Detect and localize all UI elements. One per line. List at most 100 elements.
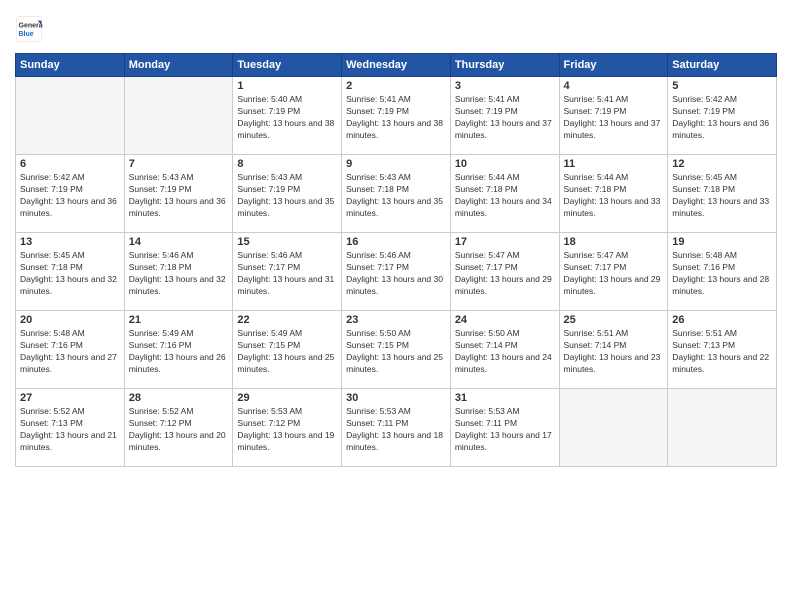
day-info: Sunrise: 5:42 AM Sunset: 7:19 PM Dayligh… [672,94,772,142]
calendar-header-row: SundayMondayTuesdayWednesdayThursdayFrid… [16,54,777,77]
header-saturday: Saturday [668,54,777,77]
day-number: 5 [672,80,772,92]
calendar-cell: 29 Sunrise: 5:53 AM Sunset: 7:12 PM Dayli… [233,389,342,467]
day-info: Sunrise: 5:51 AM Sunset: 7:14 PM Dayligh… [564,328,664,376]
day-info: Sunrise: 5:41 AM Sunset: 7:19 PM Dayligh… [346,94,446,142]
calendar-week-1: 1 Sunrise: 5:40 AM Sunset: 7:19 PM Daylig… [16,77,777,155]
day-info: Sunrise: 5:50 AM Sunset: 7:15 PM Dayligh… [346,328,446,376]
calendar-cell: 10 Sunrise: 5:44 AM Sunset: 7:18 PM Dayli… [450,155,559,233]
calendar-cell: 2 Sunrise: 5:41 AM Sunset: 7:19 PM Daylig… [342,77,451,155]
day-info: Sunrise: 5:53 AM Sunset: 7:11 PM Dayligh… [455,406,555,454]
day-number: 11 [564,158,664,170]
calendar-table: SundayMondayTuesdayWednesdayThursdayFrid… [15,53,777,467]
day-number: 26 [672,314,772,326]
day-info: Sunrise: 5:47 AM Sunset: 7:17 PM Dayligh… [455,250,555,298]
calendar-cell: 28 Sunrise: 5:52 AM Sunset: 7:12 PM Dayli… [124,389,233,467]
calendar-cell: 13 Sunrise: 5:45 AM Sunset: 7:18 PM Dayli… [16,233,125,311]
day-number: 21 [129,314,229,326]
day-number: 1 [237,80,337,92]
day-number: 12 [672,158,772,170]
day-number: 17 [455,236,555,248]
day-info: Sunrise: 5:45 AM Sunset: 7:18 PM Dayligh… [20,250,120,298]
day-number: 31 [455,392,555,404]
header-wednesday: Wednesday [342,54,451,77]
calendar-cell: 23Sunrise: 5:50 AM Sunset: 7:15 PM Dayli… [342,311,451,389]
day-info: Sunrise: 5:43 AM Sunset: 7:18 PM Dayligh… [346,172,446,220]
calendar-cell: 31 Sunrise: 5:53 AM Sunset: 7:11 PM Dayli… [450,389,559,467]
header-tuesday: Tuesday [233,54,342,77]
calendar-cell: 17 Sunrise: 5:47 AM Sunset: 7:17 PM Dayli… [450,233,559,311]
header-monday: Monday [124,54,233,77]
day-number: 15 [237,236,337,248]
calendar-cell: 14 Sunrise: 5:46 AM Sunset: 7:18 PM Dayli… [124,233,233,311]
calendar-cell: 27Sunrise: 5:52 AM Sunset: 7:13 PM Dayli… [16,389,125,467]
calendar-cell: 24Sunrise: 5:50 AM Sunset: 7:14 PM Dayli… [450,311,559,389]
day-info: Sunrise: 5:47 AM Sunset: 7:17 PM Dayligh… [564,250,664,298]
calendar-cell: 16 Sunrise: 5:46 AM Sunset: 7:17 PM Dayli… [342,233,451,311]
day-info: Sunrise: 5:46 AM Sunset: 7:18 PM Dayligh… [129,250,229,298]
day-info: Sunrise: 5:42 AM Sunset: 7:19 PM Dayligh… [20,172,120,220]
day-number: 19 [672,236,772,248]
calendar-cell: 6 Sunrise: 5:42 AM Sunset: 7:19 PM Daylig… [16,155,125,233]
calendar-cell: 18Sunrise: 5:47 AM Sunset: 7:17 PM Dayli… [559,233,668,311]
day-number: 30 [346,392,446,404]
calendar-cell [124,77,233,155]
calendar-cell: 4Sunrise: 5:41 AM Sunset: 7:19 PM Daylig… [559,77,668,155]
day-number: 9 [346,158,446,170]
calendar-cell: 15 Sunrise: 5:46 AM Sunset: 7:17 PM Dayli… [233,233,342,311]
day-info: Sunrise: 5:46 AM Sunset: 7:17 PM Dayligh… [237,250,337,298]
calendar-cell [16,77,125,155]
day-info: Sunrise: 5:46 AM Sunset: 7:17 PM Dayligh… [346,250,446,298]
calendar-cell: 30 Sunrise: 5:53 AM Sunset: 7:11 PM Dayli… [342,389,451,467]
day-info: Sunrise: 5:43 AM Sunset: 7:19 PM Dayligh… [129,172,229,220]
day-info: Sunrise: 5:44 AM Sunset: 7:18 PM Dayligh… [564,172,664,220]
calendar-week-2: 6 Sunrise: 5:42 AM Sunset: 7:19 PM Daylig… [16,155,777,233]
day-number: 20 [20,314,120,326]
calendar-cell: 3 Sunrise: 5:41 AM Sunset: 7:19 PM Daylig… [450,77,559,155]
calendar-cell: 25Sunrise: 5:51 AM Sunset: 7:14 PM Dayli… [559,311,668,389]
day-number: 29 [237,392,337,404]
day-info: Sunrise: 5:49 AM Sunset: 7:16 PM Dayligh… [129,328,229,376]
day-number: 13 [20,236,120,248]
calendar-cell: 22 Sunrise: 5:49 AM Sunset: 7:15 PM Dayli… [233,311,342,389]
day-info: Sunrise: 5:53 AM Sunset: 7:11 PM Dayligh… [346,406,446,454]
calendar-cell [668,389,777,467]
svg-text:General: General [19,23,44,30]
day-number: 6 [20,158,120,170]
calendar-cell: 8Sunrise: 5:43 AM Sunset: 7:19 PM Daylig… [233,155,342,233]
day-number: 16 [346,236,446,248]
header-thursday: Thursday [450,54,559,77]
day-number: 14 [129,236,229,248]
calendar-week-4: 20Sunrise: 5:48 AM Sunset: 7:16 PM Dayli… [16,311,777,389]
day-info: Sunrise: 5:49 AM Sunset: 7:15 PM Dayligh… [237,328,337,376]
page-header: General Blue [15,15,777,43]
logo: General Blue [15,15,47,43]
calendar-cell: 11 Sunrise: 5:44 AM Sunset: 7:18 PM Dayli… [559,155,668,233]
day-number: 3 [455,80,555,92]
svg-text:Blue: Blue [19,31,34,38]
calendar-week-3: 13 Sunrise: 5:45 AM Sunset: 7:18 PM Dayli… [16,233,777,311]
day-info: Sunrise: 5:41 AM Sunset: 7:19 PM Dayligh… [455,94,555,142]
day-number: 28 [129,392,229,404]
calendar-cell: 12Sunrise: 5:45 AM Sunset: 7:18 PM Dayli… [668,155,777,233]
day-number: 4 [564,80,664,92]
day-info: Sunrise: 5:52 AM Sunset: 7:12 PM Dayligh… [129,406,229,454]
day-info: Sunrise: 5:43 AM Sunset: 7:19 PM Dayligh… [237,172,337,220]
day-number: 22 [237,314,337,326]
day-info: Sunrise: 5:51 AM Sunset: 7:13 PM Dayligh… [672,328,772,376]
header-friday: Friday [559,54,668,77]
day-info: Sunrise: 5:53 AM Sunset: 7:12 PM Dayligh… [237,406,337,454]
calendar-week-5: 27Sunrise: 5:52 AM Sunset: 7:13 PM Dayli… [16,389,777,467]
day-number: 24 [455,314,555,326]
calendar-cell [559,389,668,467]
day-number: 7 [129,158,229,170]
day-info: Sunrise: 5:40 AM Sunset: 7:19 PM Dayligh… [237,94,337,142]
day-number: 2 [346,80,446,92]
day-number: 10 [455,158,555,170]
calendar-cell: 20Sunrise: 5:48 AM Sunset: 7:16 PM Dayli… [16,311,125,389]
calendar-cell: 26 Sunrise: 5:51 AM Sunset: 7:13 PM Dayli… [668,311,777,389]
logo-icon: General Blue [15,15,43,43]
header-sunday: Sunday [16,54,125,77]
day-info: Sunrise: 5:48 AM Sunset: 7:16 PM Dayligh… [672,250,772,298]
day-info: Sunrise: 5:44 AM Sunset: 7:18 PM Dayligh… [455,172,555,220]
